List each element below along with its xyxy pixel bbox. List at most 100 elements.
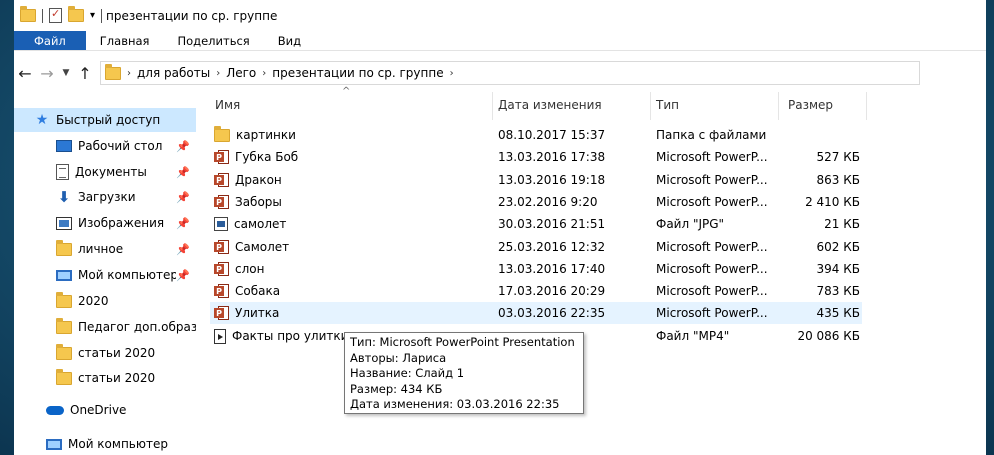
pin-icon[interactable]: 📌 [176,243,190,256]
address-bar[interactable]: › для работы › Лего › презентации по ср.… [100,61,920,85]
column-header-type[interactable]: Тип [656,92,679,118]
sidebar-item-documents[interactable]: Документы 📌 [14,160,196,184]
recent-locations-icon[interactable]: ▼ [58,68,74,78]
sidebar-item-pictures[interactable]: Изображения 📌 [14,211,196,235]
customize-toolbar-icon[interactable]: ▾ [90,10,95,21]
new-folder-icon[interactable] [68,6,84,22]
file-row[interactable]: Pслон 13.03.2016 17:40 Microsoft PowerP.… [210,258,862,280]
column-header-size[interactable]: Размер [788,92,833,118]
sidebar-item-label: статьи 2020 [78,346,156,360]
file-size: 783 КБ [816,284,860,298]
back-icon[interactable]: ← [14,64,36,83]
documents-icon [56,164,69,180]
file-date: 13.03.2016 19:18 [498,173,606,187]
file-size: 21 КБ [824,217,860,231]
ppt-icon: P [214,239,229,255]
sidebar-item-my-computer[interactable]: Мой компьютер [14,432,196,455]
folder-icon [20,6,36,22]
up-icon[interactable]: ↑ [74,64,96,83]
sidebar-item-my-computer-pinned[interactable]: Мой компьютер [14,263,176,287]
file-row[interactable]: P Улитка 03.03.2016 22:35 Microsoft Power… [210,302,862,324]
computer-icon [46,438,62,450]
file-date: 30.03.2016 21:51 [498,217,606,231]
ppt-icon: P [214,305,229,321]
pin-icon[interactable]: 📌 [176,217,190,230]
video-icon [214,328,226,344]
pin-icon[interactable]: 📌 [176,166,190,179]
column-header-name[interactable]: Имя [215,92,240,118]
sidebar-item-label: Быстрый доступ [56,113,161,127]
file-row[interactable]: P Губка Боб 13.03.2016 17:38 Microsoft Po… [210,146,862,168]
file-size: 394 КБ [816,262,860,276]
computer-icon [56,269,72,281]
sidebar-item-teacher[interactable]: Педагог доп.образ [14,315,196,339]
breadcrumb-item[interactable]: Лего [226,66,256,80]
ppt-icon: P [214,283,229,299]
breadcrumb-separator[interactable]: › [216,68,220,79]
sidebar-item-label: Рабочий стол [78,139,163,153]
sidebar-item-label: статьи 2020 [78,371,156,385]
desktop-icon [56,140,72,152]
tab-file[interactable]: Файл [14,31,86,50]
folder-icon [56,291,72,308]
file-size: 527 КБ [816,150,860,164]
download-icon: ⬇ [57,188,71,206]
tab-view[interactable]: Вид [264,31,315,50]
file-name: Факты про улитки [232,329,349,343]
breadcrumb-item[interactable]: презентации по ср. группе [272,66,443,80]
file-name: Заборы [235,195,282,209]
breadcrumb-separator[interactable]: › [127,68,131,79]
file-date: 25.03.2016 12:32 [498,240,606,254]
sidebar-item-articles-2020[interactable]: статьи 2020 [14,341,196,365]
sidebar-item-label: 2020 [78,294,109,308]
column-separator[interactable] [778,92,779,120]
pin-icon[interactable]: 📌 [176,269,190,282]
tooltip-line: Авторы: Лариса [350,350,447,365]
pin-icon[interactable]: 📌 [176,140,190,153]
pictures-icon [56,216,72,230]
sidebar-item-onedrive[interactable]: OneDrive [14,398,196,422]
sidebar-item-2020[interactable]: 2020 [14,289,196,313]
tooltip-line: Размер: 434 КБ [350,381,443,396]
sidebar-item-downloads[interactable]: ⬇ Загрузки 📌 [14,185,196,209]
navigation-pane: ★ Быстрый доступ Рабочий стол 📌 Документ… [14,92,196,455]
title-bar: ▾ презентации по ср. группе [14,0,986,31]
file-size: 863 КБ [816,173,860,187]
tab-home[interactable]: Главная [86,31,164,50]
file-type: Файл "MP4" [656,329,730,343]
file-name: самолет [234,217,287,231]
pin-icon[interactable]: 📌 [176,191,190,204]
folder-icon [56,317,72,334]
quick-access-toolbar: ▾ [20,6,103,23]
file-size: 20 086 КБ [797,329,860,343]
tab-share[interactable]: Поделиться [163,31,263,50]
file-row[interactable]: самолет 30.03.2016 21:51 Файл "JPG" 21 К… [210,213,862,235]
file-row[interactable]: P Заборы 23.02.2016 9:20 Microsoft PowerP… [210,191,862,213]
explorer-window: ▾ презентации по ср. группе Файл Главная… [14,0,986,455]
sidebar-item-quick-access[interactable]: ★ Быстрый доступ [14,108,196,132]
file-row[interactable]: картинки 08.10.2017 15:37 Папка с файлам… [210,124,862,146]
file-row[interactable]: P Самолет 25.03.2016 12:32 Microsoft Powe… [210,236,862,258]
column-header-date[interactable]: Дата изменения [498,92,602,118]
sidebar-item-personal[interactable]: личное 📌 [14,237,196,261]
file-name: Самолет [235,240,290,254]
tooltip-line: Тип: Microsoft PowerPoint Presentation [350,335,575,349]
breadcrumb-separator[interactable]: › [262,68,266,79]
forward-icon[interactable]: → [36,64,58,83]
breadcrumb-separator[interactable]: › [450,68,454,79]
sidebar-item-articles-2020[interactable]: статьи 2020 [14,366,196,390]
window-title: презентации по ср. группе [106,8,278,23]
file-date: 23.02.2016 9:20 [498,195,598,209]
file-row[interactable]: P Дракон 13.03.2016 19:18 Microsoft Power… [210,169,862,191]
sidebar-item-label: OneDrive [70,403,127,417]
column-separator[interactable] [866,92,867,120]
breadcrumb-item[interactable]: для работы [137,66,210,80]
properties-icon[interactable] [49,7,62,23]
column-separator[interactable] [650,92,651,120]
column-separator[interactable] [492,92,493,120]
file-name: слон [235,262,265,276]
file-name: картинки [236,128,296,142]
ribbon-tabs: Файл Главная Поделиться Вид [14,31,986,51]
file-row[interactable]: P Собака 17.03.2016 20:29 Microsoft Power… [210,280,862,302]
sidebar-item-desktop[interactable]: Рабочий стол 📌 [14,134,196,158]
